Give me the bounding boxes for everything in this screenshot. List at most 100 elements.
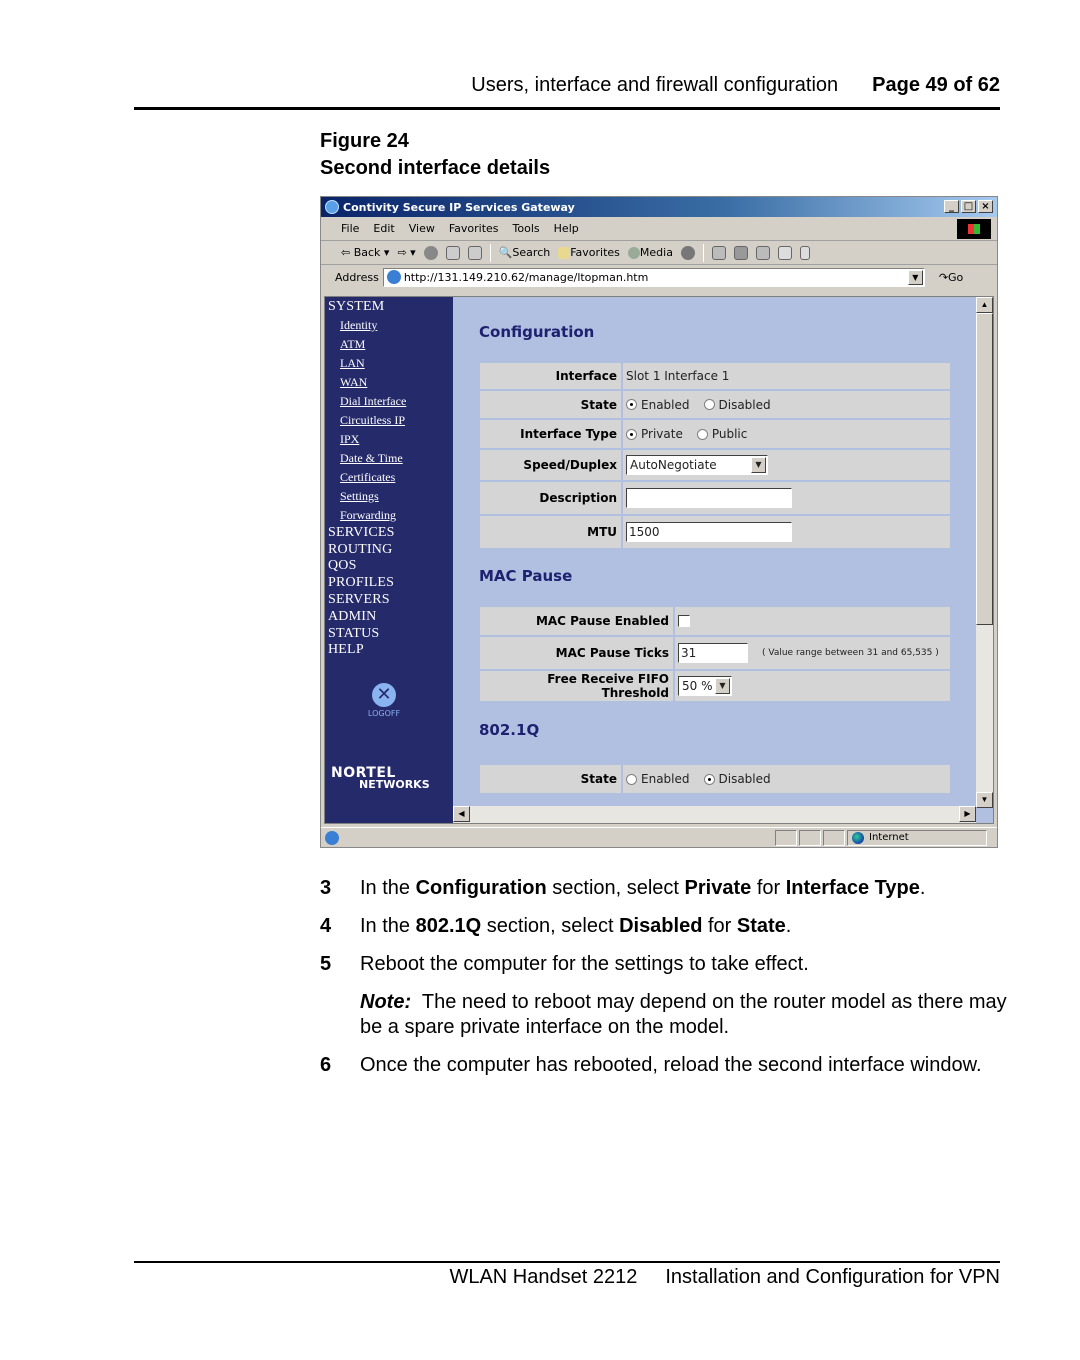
scroll-thumb[interactable] xyxy=(976,313,993,625)
nav-section-system[interactable]: SYSTEM xyxy=(328,299,453,316)
go-button[interactable]: ↷Go xyxy=(939,271,963,284)
fifo-threshold-label: Free Receive FIFO Threshold xyxy=(480,671,673,701)
running-footer: WLAN Handset 2212 Installation and Confi… xyxy=(449,1266,1000,1289)
note-text: The need to reboot may depend on the rou… xyxy=(360,991,1007,1038)
menu-help[interactable]: Help xyxy=(554,222,579,235)
nav-item-wan[interactable]: WAN xyxy=(328,373,453,392)
scroll-right-icon[interactable]: ▶ xyxy=(959,806,976,822)
description-input[interactable] xyxy=(626,488,792,508)
nav-item-certificates[interactable]: Certificates xyxy=(328,468,453,487)
menu-view[interactable]: View xyxy=(409,222,435,235)
menu-favorites[interactable]: Favorites xyxy=(449,222,499,235)
address-label: Address xyxy=(335,270,379,284)
running-header: Users, interface and firewall configurat… xyxy=(471,74,1000,97)
print-icon[interactable] xyxy=(733,245,748,260)
scroll-left-icon[interactable]: ◀ xyxy=(453,806,470,822)
plain-text: for xyxy=(751,877,786,899)
nav-section-qos[interactable]: QOS xyxy=(328,558,453,575)
config-heading: Configuration xyxy=(479,323,595,341)
nav-item-circuitless-ip[interactable]: Circuitless IP xyxy=(328,411,453,430)
back-arrow-icon: ⇦ xyxy=(341,246,351,259)
nortel-logo: NORTEL NETWORKS xyxy=(331,765,430,791)
config-table: Interface Slot 1 Interface 1 State Enabl… xyxy=(480,363,950,550)
state-disabled-radio[interactable]: Disabled xyxy=(703,397,771,412)
speed-duplex-select[interactable]: AutoNegotiate ▼ xyxy=(626,455,768,475)
mac-pause-heading: MAC Pause xyxy=(479,567,573,585)
nav-section-profiles[interactable]: PROFILES xyxy=(328,575,453,592)
nav-section-admin[interactable]: ADMIN xyxy=(328,609,453,626)
menu-edit[interactable]: Edit xyxy=(373,222,394,235)
figure-caption: Figure 24 Second interface details xyxy=(320,128,550,182)
home-icon[interactable] xyxy=(467,245,482,260)
step-number: 4 xyxy=(320,915,332,937)
menu-tools[interactable]: Tools xyxy=(513,222,540,235)
favorites-label: Favorites xyxy=(570,246,620,259)
nav-item-identity[interactable]: Identity xyxy=(328,316,453,335)
status-cell xyxy=(823,829,845,846)
option-label: Disabled xyxy=(718,397,771,412)
dot1q-enabled-radio[interactable]: Enabled xyxy=(626,772,690,786)
messenger-icon[interactable] xyxy=(799,245,810,260)
nav-item-ipx[interactable]: IPX xyxy=(328,430,453,449)
search-button[interactable]: 🔍Search xyxy=(499,246,551,259)
step-item: 5 Reboot the computer for the settings to… xyxy=(320,952,1010,977)
mtu-input[interactable]: 1500 xyxy=(626,522,792,542)
nav-item-settings[interactable]: Settings xyxy=(328,487,453,506)
nav-item-date-time[interactable]: Date & Time xyxy=(328,449,453,468)
mac-pause-ticks-input[interactable]: 31 xyxy=(678,643,748,663)
option-label: Disabled xyxy=(718,772,771,786)
nav-item-lan[interactable]: LAN xyxy=(328,354,453,373)
scroll-up-icon[interactable]: ▲ xyxy=(976,297,993,313)
mac-pause-enabled-checkbox[interactable] xyxy=(678,615,690,627)
nav-item-forwarding[interactable]: Forwarding xyxy=(328,506,453,525)
maximize-button[interactable]: □ xyxy=(961,200,976,213)
forward-button[interactable]: ⇨ ▾ xyxy=(397,246,415,259)
edit-icon[interactable] xyxy=(755,245,770,260)
horizontal-scrollbar[interactable]: ◀ ▶ xyxy=(453,806,976,823)
nav-section-services[interactable]: SERVICES xyxy=(328,525,453,542)
window-title: Contivity Secure IP Services Gateway xyxy=(343,200,575,214)
state-enabled-radio[interactable]: Enabled xyxy=(626,398,690,412)
minimize-button[interactable]: _ xyxy=(944,200,959,213)
table-row: MTU 1500 xyxy=(480,516,950,548)
nav-item-atm[interactable]: ATM xyxy=(328,335,453,354)
logoff-button[interactable]: ✕ LOGOFF xyxy=(367,683,401,718)
nav-section-routing[interactable]: ROUTING xyxy=(328,542,453,559)
nav-section-help[interactable]: HELP xyxy=(328,642,453,659)
back-label: Back xyxy=(353,246,381,259)
footer-rule xyxy=(134,1261,1000,1263)
header-section: Users, interface and firewall configurat… xyxy=(471,74,839,96)
close-button[interactable]: × xyxy=(978,200,993,213)
address-dropdown-button[interactable]: ▼ xyxy=(907,269,923,285)
menu-file[interactable]: File xyxy=(341,222,359,235)
vertical-scrollbar[interactable]: ▲ ▼ xyxy=(976,297,993,808)
refresh-icon[interactable] xyxy=(445,245,460,260)
toolbar: ⇦ Back ▾ ⇨ ▾ 🔍Search Favorites Media xyxy=(321,241,997,265)
title-bar: Contivity Secure IP Services Gateway _ □… xyxy=(321,197,997,217)
discuss-icon[interactable] xyxy=(777,245,792,260)
favorites-button[interactable]: Favorites xyxy=(558,246,620,259)
mail-icon[interactable] xyxy=(711,245,726,260)
nav-section-status[interactable]: STATUS xyxy=(328,626,453,643)
stop-icon[interactable] xyxy=(423,245,438,260)
fifo-threshold-select[interactable]: 50 % ▼ xyxy=(678,676,732,696)
dot1q-disabled-radio[interactable]: Disabled xyxy=(703,772,771,786)
plain-text: In the xyxy=(360,877,416,899)
search-label: Search xyxy=(512,246,551,259)
address-input[interactable]: http://131.149.210.62/manage/ltopman.htm… xyxy=(382,267,925,287)
history-icon[interactable] xyxy=(680,245,695,260)
media-button[interactable]: Media xyxy=(627,246,673,259)
type-private-radio[interactable]: Private xyxy=(626,427,683,441)
back-button[interactable]: ⇦ Back ▾ xyxy=(341,246,389,259)
page-icon xyxy=(386,270,401,284)
radio-icon xyxy=(703,399,715,410)
plain-text: for xyxy=(702,915,737,937)
chevron-down-icon: ▼ xyxy=(715,678,730,694)
instruction-steps: 3 In the Configuration section, select Pr… xyxy=(320,876,1010,1091)
ie-icon xyxy=(325,200,339,214)
scroll-down-icon[interactable]: ▼ xyxy=(976,792,993,808)
type-public-radio[interactable]: Public xyxy=(696,427,747,441)
search-icon: 🔍 xyxy=(498,246,513,259)
nav-section-servers[interactable]: SERVERS xyxy=(328,592,453,609)
nav-item-dial-interface[interactable]: Dial Interface xyxy=(328,392,453,411)
